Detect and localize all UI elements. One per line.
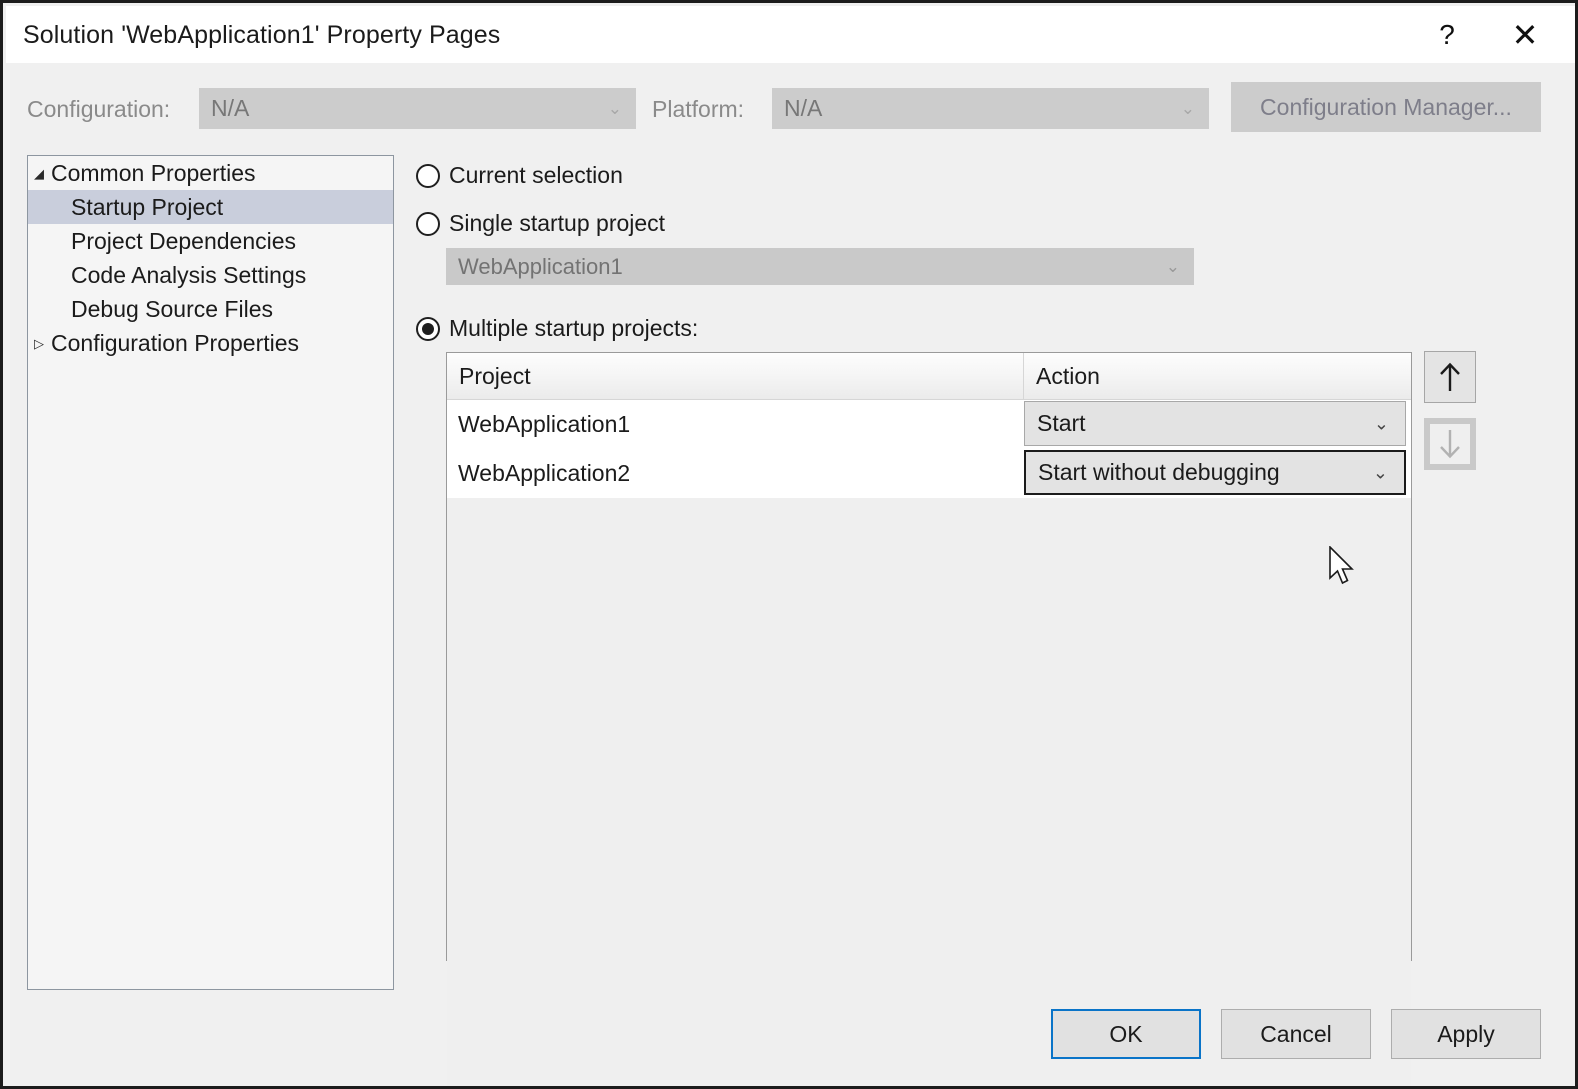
tree-item-common-properties[interactable]: ◢ Common Properties	[28, 156, 393, 190]
cell-project-name: WebApplication2	[458, 460, 631, 486]
tree-item-startup-project[interactable]: Startup Project	[28, 190, 393, 224]
properties-tree-panel: ◢ Common Properties Startup Project Proj…	[27, 155, 394, 990]
tree-item-label: Project Dependencies	[71, 227, 297, 254]
help-icon[interactable]: ?	[1424, 12, 1470, 58]
tree-item-debug-source-files[interactable]: Debug Source Files	[28, 292, 393, 326]
chevron-down-icon: ⌄	[1165, 256, 1180, 276]
apply-button[interactable]: Apply	[1391, 1009, 1541, 1059]
cancel-button[interactable]: Cancel	[1221, 1009, 1371, 1059]
chevron-down-icon: ⌄	[1373, 413, 1389, 433]
move-up-button[interactable]	[1424, 351, 1476, 403]
close-icon[interactable]: ✕	[1502, 12, 1548, 58]
radio-single-startup-project[interactable]: Single startup project	[416, 210, 665, 237]
platform-dropdown[interactable]: N/A ⌄	[772, 88, 1209, 129]
cell-action: Start without debugging ⌄	[1024, 449, 1411, 498]
tree-item-code-analysis-settings[interactable]: Code Analysis Settings	[28, 258, 393, 292]
radio-button-icon[interactable]	[416, 163, 440, 188]
arrow-down-icon	[1440, 430, 1460, 459]
chevron-down-icon: ⌄	[607, 98, 622, 118]
tree-item-label: Debug Source Files	[71, 295, 273, 322]
column-header-project[interactable]: Project	[447, 353, 1024, 399]
cell-action: Start ⌄	[1024, 400, 1411, 449]
property-pages-dialog: Solution 'WebApplication1' Property Page…	[0, 0, 1578, 1089]
radio-multiple-startup-projects[interactable]: Multiple startup projects:	[416, 315, 698, 342]
single-startup-project-value: WebApplication1	[458, 253, 623, 279]
startup-projects-grid: Project Action WebApplication1 Start ⌄ W…	[446, 352, 1412, 1086]
tree-item-label: Configuration Properties	[51, 329, 300, 356]
action-value: Start	[1037, 410, 1086, 436]
action-dropdown[interactable]: Start ⌄	[1024, 401, 1406, 446]
radio-label: Current selection	[449, 162, 623, 188]
tree-item-project-dependencies[interactable]: Project Dependencies	[28, 224, 393, 258]
radio-button-icon[interactable]	[416, 316, 440, 341]
tree-item-configuration-properties[interactable]: ▷ Configuration Properties	[28, 326, 393, 360]
arrow-up-icon	[1440, 362, 1460, 391]
window-title: Solution 'WebApplication1' Property Page…	[23, 21, 501, 49]
tree-item-label: Code Analysis Settings	[71, 261, 307, 288]
ok-button[interactable]: OK	[1051, 1009, 1201, 1059]
move-down-button[interactable]	[1424, 418, 1476, 470]
tree-item-label: Common Properties	[51, 159, 256, 186]
radio-button-icon[interactable]	[416, 211, 440, 236]
grid-header-row: Project Action	[447, 353, 1411, 400]
action-value: Start without debugging	[1038, 459, 1280, 485]
expander-collapse-icon[interactable]: ◢	[28, 167, 50, 180]
chevron-down-icon: ⌄	[1180, 98, 1195, 118]
platform-value: N/A	[784, 95, 823, 121]
column-header-action[interactable]: Action	[1024, 353, 1411, 399]
radio-label: Single startup project	[449, 210, 666, 236]
expander-expand-icon[interactable]: ▷	[28, 337, 50, 350]
table-row[interactable]: WebApplication2 Start without debugging …	[447, 449, 1411, 498]
configuration-label: Configuration:	[27, 96, 171, 122]
cell-project-name: WebApplication1	[458, 411, 631, 437]
title-bar: Solution 'WebApplication1' Property Page…	[6, 6, 1575, 63]
configuration-manager-button[interactable]: Configuration Manager...	[1231, 82, 1541, 132]
table-row[interactable]: WebApplication1 Start ⌄	[447, 400, 1411, 449]
grid-empty-area	[447, 498, 1411, 1086]
configuration-dropdown[interactable]: N/A ⌄	[199, 88, 636, 129]
radio-current-selection[interactable]: Current selection	[416, 162, 623, 189]
grid-body: WebApplication1 Start ⌄ WebApplication2 …	[447, 400, 1411, 498]
radio-label: Multiple startup projects:	[449, 315, 699, 341]
action-dropdown[interactable]: Start without debugging ⌄	[1024, 450, 1406, 495]
platform-label: Platform:	[652, 96, 745, 122]
tree-item-label: Startup Project	[71, 193, 224, 220]
chevron-down-icon: ⌄	[1372, 462, 1388, 482]
configuration-value: N/A	[211, 95, 250, 121]
move-down-inner	[1430, 424, 1470, 464]
single-startup-project-dropdown[interactable]: WebApplication1 ⌄	[446, 248, 1194, 285]
